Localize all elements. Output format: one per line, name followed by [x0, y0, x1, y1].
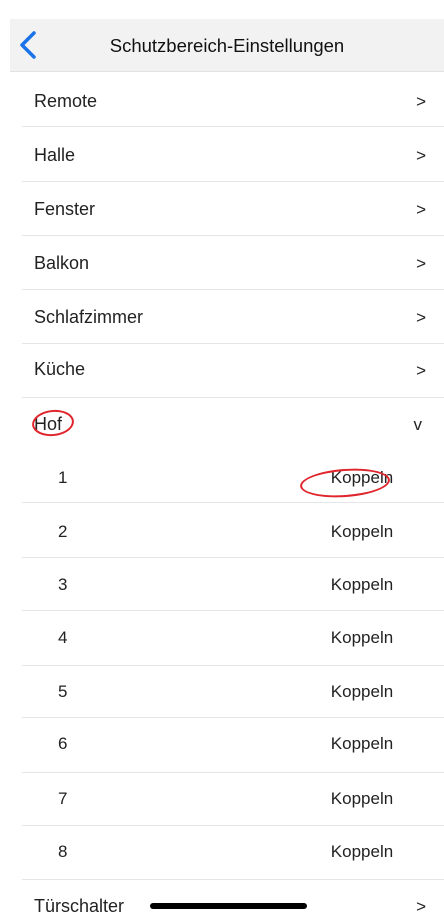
- device-number: 4: [58, 628, 68, 647]
- zone-label: Schlafzimmer: [34, 307, 144, 327]
- zone-row-kueche[interactable]: Küche >: [22, 344, 444, 398]
- home-indicator: [150, 903, 307, 909]
- device-number: 5: [58, 682, 68, 701]
- zone-row-balkon[interactable]: Balkon >: [22, 236, 444, 290]
- chevron-right-icon: >: [416, 254, 426, 273]
- zone-label: Fenster: [34, 199, 96, 219]
- device-number: 1: [58, 468, 68, 487]
- zone-row-remote[interactable]: Remote >: [22, 72, 444, 127]
- chevron-right-icon: >: [416, 361, 426, 380]
- device-number: 3: [58, 575, 68, 594]
- device-row: 4 Koppeln: [22, 611, 444, 666]
- chevron-right-icon: >: [416, 200, 426, 219]
- chevron-right-icon: >: [416, 92, 426, 111]
- pair-button[interactable]: Koppeln: [309, 789, 415, 809]
- pair-button[interactable]: Koppeln: [309, 468, 415, 488]
- chevron-right-icon: >: [416, 146, 426, 165]
- device-row: 6 Koppeln: [22, 718, 444, 773]
- page-title: Schutzbereich-Einstellungen: [109, 35, 345, 56]
- device-row: 5 Koppeln: [22, 666, 444, 718]
- device-number: 8: [58, 842, 68, 861]
- zone-row-fenster[interactable]: Fenster >: [22, 182, 444, 236]
- pair-button[interactable]: Koppeln: [309, 682, 415, 702]
- device-number: 7: [58, 789, 68, 808]
- zone-row-schlafzimmer[interactable]: Schlafzimmer >: [22, 290, 444, 344]
- pair-button[interactable]: Koppeln: [309, 575, 415, 595]
- chevron-right-icon: >: [416, 897, 426, 915]
- zone-row-halle[interactable]: Halle >: [22, 127, 444, 182]
- device-row: 8 Koppeln: [22, 826, 444, 880]
- chevron-right-icon: >: [416, 308, 426, 327]
- zone-label: Balkon: [34, 253, 90, 273]
- zone-label: Hof: [34, 414, 63, 434]
- pair-button[interactable]: Koppeln: [309, 734, 415, 754]
- device-row: 3 Koppeln: [22, 558, 444, 611]
- zone-row-tuerschalter[interactable]: Türschalter >: [22, 880, 444, 915]
- zone-label: Küche: [34, 359, 86, 379]
- device-number: 6: [58, 734, 68, 753]
- zone-label: Remote: [34, 91, 98, 111]
- pair-button[interactable]: Koppeln: [309, 628, 415, 648]
- device-number: 2: [58, 522, 68, 541]
- zone-label: Türschalter: [34, 896, 125, 915]
- device-row: 1 Koppeln: [22, 448, 444, 503]
- device-row: 7 Koppeln: [22, 773, 444, 826]
- zone-row-hof[interactable]: Hof v: [22, 398, 444, 448]
- device-row: 2 Koppeln: [22, 503, 444, 558]
- pair-button[interactable]: Koppeln: [309, 842, 415, 862]
- chevron-down-icon: v: [413, 415, 423, 434]
- pair-button[interactable]: Koppeln: [309, 522, 415, 542]
- zone-label: Halle: [34, 145, 76, 165]
- navigation-bar: Schutzbereich-Einstellungen: [10, 19, 444, 72]
